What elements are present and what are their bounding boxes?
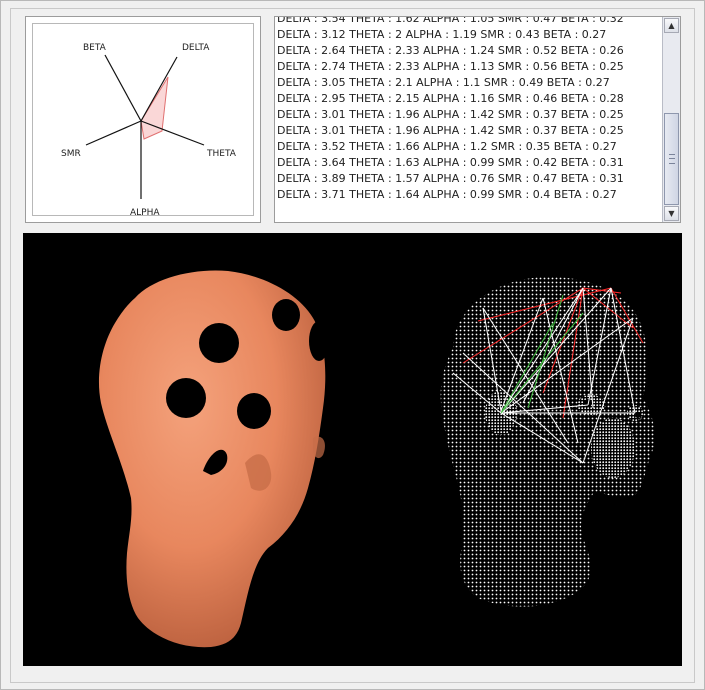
electrode-hole [237, 393, 271, 429]
log-text-area[interactable]: DELTA : 3.54 THETA : 1.62 ALPHA : 1.05 S… [274, 16, 681, 223]
electrode-hole [272, 299, 300, 331]
3d-scene [98, 270, 655, 648]
radar-label-alpha: ALPHA [130, 208, 160, 218]
scroll-down-button[interactable]: ▼ [664, 206, 679, 221]
log-line: DELTA : 3.64 THETA : 1.63 ALPHA : 0.99 S… [277, 156, 624, 169]
radar-chart-panel: BETA DELTA SMR THETA ALPHA [25, 16, 261, 223]
grip-icon [669, 154, 675, 164]
radar-label-beta: BETA [83, 43, 107, 53]
radar-label-smr: SMR [61, 149, 81, 159]
electrode-hole [309, 321, 329, 361]
log-line: DELTA : 3.52 THETA : 1.66 ALPHA : 1.2 SM… [277, 140, 617, 153]
solid-head-model [98, 270, 329, 648]
arrow-up-icon: ▲ [668, 21, 675, 30]
radar-label-theta: THETA [206, 149, 237, 159]
electrode-hole [199, 323, 239, 363]
radar-label-delta: DELTA [182, 43, 210, 53]
log-line: DELTA : 3.01 THETA : 1.96 ALPHA : 1.42 S… [277, 124, 624, 137]
log-line: DELTA : 2.95 THETA : 2.15 ALPHA : 1.16 S… [277, 92, 624, 105]
log-line: DELTA : 2.74 THETA : 2.33 ALPHA : 1.13 S… [277, 60, 624, 73]
log-line: DELTA : 3.05 THETA : 2.1 ALPHA : 1.1 SMR… [277, 76, 610, 89]
scrollbar-thumb[interactable] [664, 113, 679, 205]
log-line: DELTA : 3.54 THETA : 1.62 ALPHA : 1.05 S… [277, 16, 624, 25]
log-line: DELTA : 3.71 THETA : 1.64 ALPHA : 0.99 S… [277, 188, 617, 201]
radar-axis-smr [85, 120, 142, 146]
3d-viewport[interactable] [23, 233, 682, 666]
radar-axis-beta [104, 54, 142, 122]
arrow-down-icon: ▼ [668, 209, 675, 218]
electrode-hole [166, 378, 206, 418]
log-line: DELTA : 2.64 THETA : 2.33 ALPHA : 1.24 S… [277, 44, 624, 57]
scroll-up-button[interactable]: ▲ [664, 18, 679, 33]
vertical-scrollbar[interactable]: ▲ ▼ [662, 17, 680, 222]
log-line: DELTA : 3.89 THETA : 1.57 ALPHA : 0.76 S… [277, 172, 624, 185]
radar-chart: BETA DELTA SMR THETA ALPHA [61, 43, 237, 218]
log-line: DELTA : 3.12 THETA : 2 ALPHA : 1.19 SMR … [277, 28, 607, 41]
log-lines: DELTA : 3.54 THETA : 1.62 ALPHA : 1.05 S… [277, 16, 661, 203]
log-line: DELTA : 3.01 THETA : 1.96 ALPHA : 1.42 S… [277, 108, 624, 121]
